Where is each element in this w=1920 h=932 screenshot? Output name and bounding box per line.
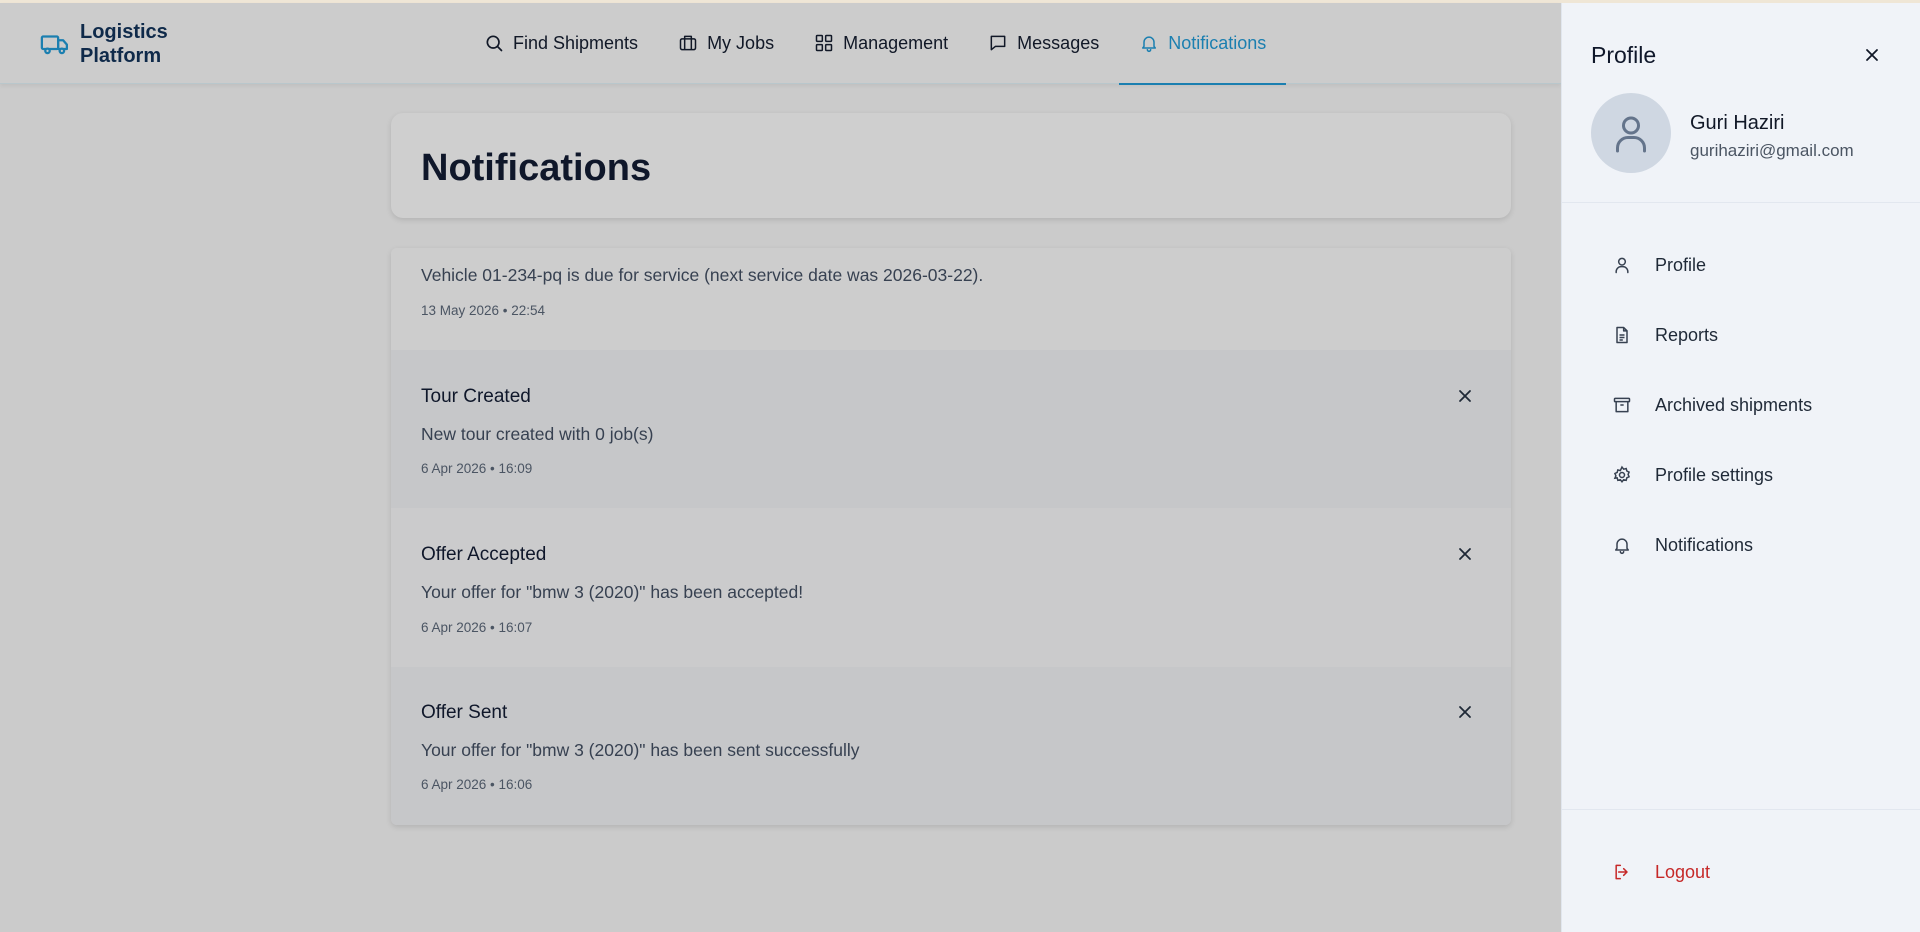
main-nav: Find Shipments My Jobs Management Messag… xyxy=(464,3,1287,85)
nav-find-shipments[interactable]: Find Shipments xyxy=(464,3,658,83)
profile-drawer: Profile Guri Haziri gurihaziri@gmail.com… xyxy=(1561,3,1920,932)
notification-time: 13 May 2026 • 22:54 xyxy=(421,303,546,318)
user-name: Guri Haziri xyxy=(1690,112,1785,134)
brand-name: Logistics Platform xyxy=(80,21,168,67)
menu-item-notifications[interactable]: Notifications xyxy=(1612,530,1753,560)
avatar[interactable] xyxy=(1591,93,1671,173)
menu-item-profile-settings[interactable]: Profile settings xyxy=(1612,460,1773,490)
nav-messages[interactable]: Messages xyxy=(968,3,1119,83)
truck-icon xyxy=(40,35,68,55)
notification-time: 6 Apr 2026 • 16:09 xyxy=(421,461,533,476)
menu-label: Archived shipments xyxy=(1655,394,1813,415)
notification-item[interactable]: Tour Created New tour created with 0 job… xyxy=(391,350,1511,508)
bell-icon xyxy=(1615,538,1629,555)
notification-time: 6 Apr 2026 • 16:06 xyxy=(421,777,533,792)
divider xyxy=(1562,202,1920,203)
grid-icon xyxy=(815,34,833,52)
nav-label: Find Shipments xyxy=(513,32,639,53)
logout-button[interactable]: Logout xyxy=(1612,857,1710,887)
close-icon[interactable] xyxy=(1457,546,1473,562)
close-icon[interactable] xyxy=(1457,388,1473,404)
nav-label: Notifications xyxy=(1168,32,1267,53)
archive-icon xyxy=(1613,397,1631,413)
menu-item-profile[interactable]: Profile xyxy=(1612,250,1706,280)
menu-item-reports[interactable]: Reports xyxy=(1612,320,1718,350)
logout-icon xyxy=(1615,864,1628,880)
notification-message: Your offer for "bmw 3 (2020)" has been s… xyxy=(421,740,860,760)
notification-time: 6 Apr 2026 • 16:07 xyxy=(421,620,533,635)
notification-message: New tour created with 0 job(s) xyxy=(421,424,654,444)
nav-label: Messages xyxy=(1017,32,1100,53)
nav-label: My Jobs xyxy=(707,32,775,53)
drawer-title: Profile xyxy=(1591,42,1657,68)
menu-label: Reports xyxy=(1655,324,1719,345)
notification-item[interactable]: Vehicle 01-234-pq is due for service (ne… xyxy=(391,248,1511,350)
divider xyxy=(1562,809,1920,810)
brand-logo[interactable]: Logistics Platform xyxy=(40,20,180,68)
notification-message: Your offer for "bmw 3 (2020)" has been a… xyxy=(421,582,804,602)
notification-item[interactable]: Offer Accepted Your offer for "bmw 3 (20… xyxy=(391,508,1511,667)
menu-item-archived-shipments[interactable]: Archived shipments xyxy=(1612,390,1812,420)
gear-icon xyxy=(1613,465,1631,483)
document-icon xyxy=(1616,326,1628,344)
page-title-card: Notifications xyxy=(391,113,1511,218)
notification-item[interactable]: Offer Sent Your offer for "bmw 3 (2020)"… xyxy=(391,667,1511,825)
logout-label: Logout xyxy=(1655,861,1711,882)
nav-my-jobs[interactable]: My Jobs xyxy=(658,3,794,83)
briefcase-icon xyxy=(679,35,697,51)
menu-label: Notifications xyxy=(1655,534,1754,555)
top-navbar: Logistics Platform Find Shipments My Job… xyxy=(0,3,1561,85)
notification-title: Offer Sent xyxy=(421,702,508,723)
notification-list: Vehicle 01-234-pq is due for service (ne… xyxy=(391,248,1511,825)
nav-management[interactable]: Management xyxy=(794,3,968,83)
close-icon[interactable] xyxy=(1457,704,1473,720)
user-icon xyxy=(1615,257,1629,274)
message-icon xyxy=(990,35,1006,51)
notification-title: Tour Created xyxy=(421,386,531,407)
nav-label: Management xyxy=(843,32,949,53)
user-email: gurihaziri@gmail.com xyxy=(1690,141,1854,160)
close-icon[interactable] xyxy=(1862,45,1882,65)
notification-title: Offer Accepted xyxy=(421,544,547,565)
bell-icon xyxy=(1142,36,1157,53)
search-icon xyxy=(486,35,503,52)
menu-label: Profile settings xyxy=(1655,464,1774,485)
user-icon xyxy=(1616,116,1646,153)
menu-label: Profile xyxy=(1655,254,1707,275)
notification-message: Vehicle 01-234-pq is due for service (ne… xyxy=(421,265,984,285)
nav-notifications[interactable]: Notifications xyxy=(1119,3,1287,85)
page-title: Notifications xyxy=(421,147,652,189)
